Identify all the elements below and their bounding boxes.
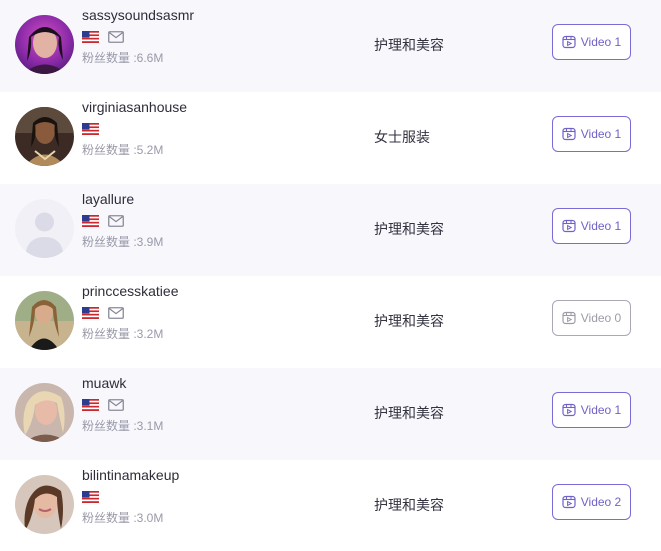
video-icon: [562, 495, 576, 509]
avatar[interactable]: [15, 383, 74, 442]
contact-icons: [82, 122, 99, 136]
video-button[interactable]: Video 1: [552, 208, 631, 244]
video-icon: [562, 311, 576, 325]
contact-icons: [82, 398, 124, 412]
mail-icon[interactable]: [108, 215, 124, 227]
follower-count: 粉丝数量 :3.9M: [82, 235, 164, 249]
video-button-label: Video 2: [580, 495, 622, 509]
mail-icon[interactable]: [108, 307, 124, 319]
video-button-label: Video 1: [580, 127, 622, 141]
category-label: 护理和美容: [374, 37, 444, 53]
username[interactable]: bilintinamakeup: [82, 467, 179, 483]
video-button-label: Video 1: [580, 219, 622, 233]
category-label: 护理和美容: [374, 497, 444, 513]
avatar[interactable]: [15, 475, 74, 534]
username[interactable]: muawk: [82, 375, 126, 391]
category-label: 护理和美容: [374, 313, 444, 329]
video-button[interactable]: Video 1: [552, 392, 631, 428]
creator-row[interactable]: sassysoundsasmr 粉丝数量 :6.6M 护理和美容 Video 1: [0, 0, 661, 92]
us-flag-icon: [82, 31, 99, 43]
avatar[interactable]: [15, 107, 74, 166]
username[interactable]: layallure: [82, 191, 134, 207]
video-icon: [562, 219, 576, 233]
follower-count: 粉丝数量 :3.2M: [82, 327, 164, 341]
video-button-label: Video 0: [580, 311, 622, 325]
username[interactable]: virginiasanhouse: [82, 99, 187, 115]
video-icon: [562, 35, 576, 49]
us-flag-icon: [82, 491, 99, 503]
creator-row[interactable]: princcesskatiee 粉丝数量 :3.2M 护理和美容 Video 0: [0, 276, 661, 368]
follower-count: 粉丝数量 :3.0M: [82, 511, 164, 525]
follower-count: 粉丝数量 :3.1M: [82, 419, 164, 433]
video-button[interactable]: Video 2: [552, 484, 631, 520]
us-flag-icon: [82, 399, 99, 411]
follower-count: 粉丝数量 :6.6M: [82, 51, 164, 65]
us-flag-icon: [82, 123, 99, 135]
category-label: 护理和美容: [374, 405, 444, 421]
video-icon: [562, 127, 576, 141]
creator-row[interactable]: virginiasanhouse 粉丝数量 :5.2M 女士服装 Video 1: [0, 92, 661, 184]
creator-row[interactable]: muawk 粉丝数量 :3.1M 护理和美容 Video 1: [0, 368, 661, 460]
contact-icons: [82, 490, 99, 504]
mail-icon[interactable]: [108, 31, 124, 43]
creator-row[interactable]: layallure 粉丝数量 :3.9M 护理和美容 Video 1: [0, 184, 661, 276]
contact-icons: [82, 30, 124, 44]
creator-row[interactable]: bilintinamakeup 粉丝数量 :3.0M 护理和美容 Video 2: [0, 460, 661, 551]
video-icon: [562, 403, 576, 417]
video-button-label: Video 1: [580, 403, 622, 417]
avatar[interactable]: [15, 15, 74, 74]
avatar[interactable]: [15, 291, 74, 350]
creator-list: sassysoundsasmr 粉丝数量 :6.6M 护理和美容 Video 1: [0, 0, 661, 551]
avatar-placeholder[interactable]: [15, 199, 74, 258]
follower-count: 粉丝数量 :5.2M: [82, 143, 164, 157]
contact-icons: [82, 214, 124, 228]
category-label: 护理和美容: [374, 221, 444, 237]
video-button[interactable]: Video 1: [552, 24, 631, 60]
video-button[interactable]: Video 1: [552, 116, 631, 152]
contact-icons: [82, 306, 124, 320]
category-label: 女士服装: [374, 129, 430, 145]
video-button[interactable]: Video 0: [552, 300, 631, 336]
mail-icon[interactable]: [108, 399, 124, 411]
video-button-label: Video 1: [580, 35, 622, 49]
username[interactable]: princcesskatiee: [82, 283, 179, 299]
us-flag-icon: [82, 215, 99, 227]
username[interactable]: sassysoundsasmr: [82, 7, 194, 23]
us-flag-icon: [82, 307, 99, 319]
